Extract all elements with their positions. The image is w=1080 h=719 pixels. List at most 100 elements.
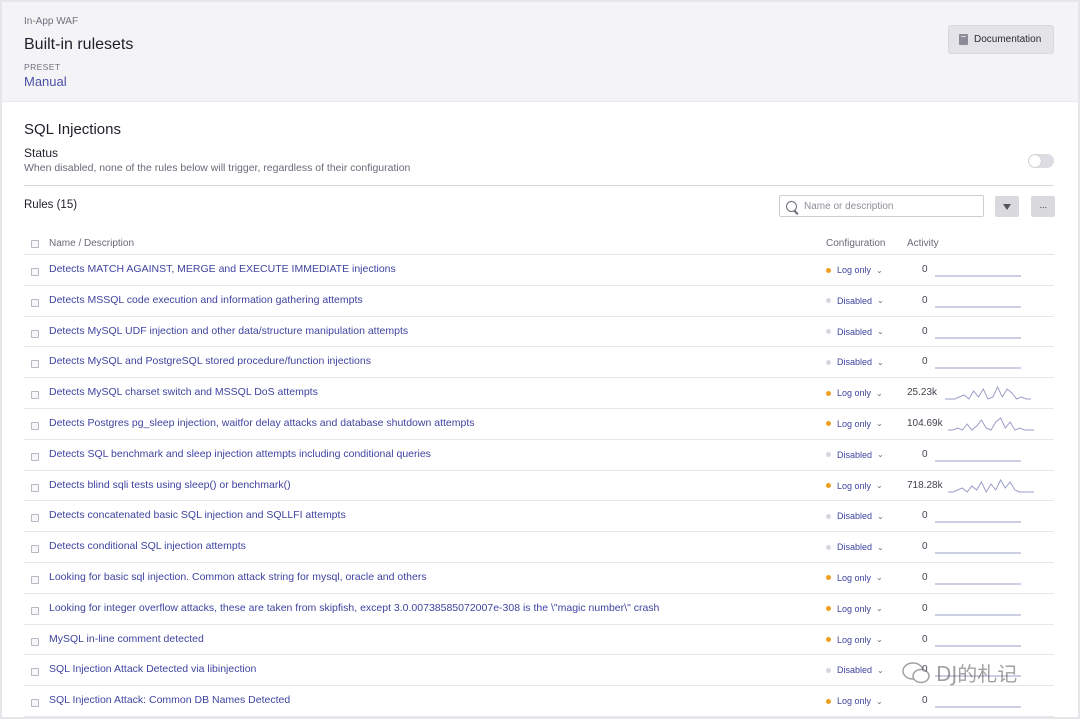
configuration-dropdown[interactable]: Disabled ⌄ (826, 450, 884, 460)
configuration-label: Log only (837, 480, 872, 491)
activity-sparkline (935, 337, 1021, 339)
status-dot (826, 513, 831, 519)
rule-name-link[interactable]: Detects conditional SQL injection attemp… (49, 540, 246, 552)
rule-name-link[interactable]: Detects MSSQL code execution and informa… (49, 294, 363, 306)
documentation-button[interactable]: Documentation (948, 25, 1054, 54)
table-row[interactable]: Detects MySQL charset switch and MSSQL D… (24, 378, 1054, 409)
configuration-dropdown[interactable]: Log only ⌄ (826, 419, 883, 429)
status-toggle[interactable] (1028, 154, 1054, 168)
status-dot (826, 667, 831, 673)
row-checkbox[interactable] (31, 452, 39, 461)
rule-name-link[interactable]: Detects SQL benchmark and sleep injectio… (49, 448, 431, 460)
configuration-dropdown[interactable]: Disabled ⌄ (826, 665, 884, 675)
table-row[interactable]: SQL Injection Attack: Common DB Names De… (24, 686, 1054, 717)
configuration-dropdown[interactable]: Log only ⌄ (826, 481, 883, 491)
configuration-dropdown[interactable]: Log only ⌄ (826, 388, 883, 398)
breadcrumb[interactable]: In-App WAF (24, 16, 78, 27)
table-row[interactable]: Detects Postgres pg_sleep injection, wai… (24, 409, 1054, 440)
activity-sparkline (935, 645, 1021, 647)
configuration-label: Disabled (837, 326, 873, 337)
configuration-dropdown[interactable]: Disabled ⌄ (826, 327, 884, 337)
section-title: SQL Injections (24, 121, 121, 138)
chevron-down-icon: ⌄ (877, 296, 884, 306)
status-dot (826, 329, 831, 335)
row-checkbox[interactable] (31, 421, 39, 430)
row-checkbox[interactable] (31, 329, 39, 338)
rule-name-link[interactable]: MySQL in-line comment detected (49, 633, 204, 645)
table-row[interactable]: Detects concatenated basic SQL injection… (24, 501, 1054, 533)
row-checkbox[interactable] (31, 606, 39, 615)
configuration-dropdown[interactable]: Disabled ⌄ (826, 542, 884, 552)
select-all-checkbox[interactable] (31, 240, 39, 248)
configuration-dropdown[interactable]: Disabled ⌄ (826, 511, 884, 521)
configuration-dropdown[interactable]: Log only ⌄ (826, 265, 883, 275)
configuration-label: Log only (837, 265, 872, 275)
row-checkbox[interactable] (31, 391, 39, 400)
table-row[interactable]: Looking for integer overflow attacks, th… (24, 594, 1054, 625)
chevron-down-icon: ⌄ (876, 573, 883, 583)
table-row[interactable]: Detects MSSQL code execution and informa… (24, 286, 1054, 317)
chevron-down-icon: ⌄ (877, 511, 884, 521)
search-box[interactable] (779, 195, 984, 217)
configuration-dropdown[interactable]: Disabled ⌄ (826, 357, 884, 367)
rule-name-link[interactable]: Detects MATCH AGAINST, MERGE and EXECUTE… (49, 263, 396, 275)
rule-name-link[interactable]: Looking for basic sql injection. Common … (49, 571, 427, 583)
row-checkbox[interactable] (31, 699, 39, 708)
row-checkbox[interactable] (31, 298, 39, 307)
configuration-label: Log only (837, 603, 872, 614)
configuration-label: Log only (837, 418, 872, 429)
status-dot (826, 359, 831, 365)
table-row[interactable]: Detects MySQL UDF injection and other da… (24, 317, 1054, 348)
configuration-dropdown[interactable]: Log only ⌄ (826, 604, 883, 614)
rule-name-link[interactable]: Detects MySQL UDF injection and other da… (49, 325, 408, 337)
table-row[interactable]: Detects SQL benchmark and sleep injectio… (24, 440, 1054, 471)
table-row[interactable]: Detects MATCH AGAINST, MERGE and EXECUTE… (24, 255, 1054, 286)
table-row[interactable]: Detects blind sqli tests using sleep() o… (24, 471, 1054, 502)
row-checkbox[interactable] (31, 637, 39, 646)
row-checkbox[interactable] (31, 268, 39, 276)
chevron-down-icon: ⌄ (876, 604, 883, 614)
configuration-label: Disabled (837, 295, 873, 306)
section-divider (24, 185, 1054, 186)
page-title: Built-in rulesets (24, 36, 134, 53)
configuration-dropdown[interactable]: Disabled ⌄ (826, 296, 884, 306)
table-row[interactable]: Detects conditional SQL injection attemp… (24, 532, 1054, 563)
rule-name-link[interactable]: Detects MySQL charset switch and MSSQL D… (49, 386, 318, 398)
table-row[interactable]: Looking for basic sql injection. Common … (24, 563, 1054, 594)
rule-name-link[interactable]: Detects MySQL and PostgreSQL stored proc… (49, 355, 371, 367)
row-checkbox[interactable] (31, 514, 39, 523)
configuration-dropdown[interactable]: Log only ⌄ (826, 696, 883, 706)
table-row[interactable]: SQL Injection Attack Detected via libinj… (24, 655, 1054, 687)
chevron-down-icon: ⌄ (876, 419, 883, 429)
row-checkbox[interactable] (31, 360, 39, 369)
filter-button[interactable] (995, 196, 1019, 217)
rule-name-link[interactable]: Detects Postgres pg_sleep injection, wai… (49, 417, 475, 429)
rule-name-link[interactable]: SQL Injection Attack: Common DB Names De… (49, 694, 290, 706)
status-dot (826, 544, 831, 550)
table-row[interactable]: Detects MySQL and PostgreSQL stored proc… (24, 347, 1054, 379)
configuration-label: Disabled (837, 357, 873, 368)
column-header-activity: Activity (907, 238, 939, 249)
status-dot (826, 298, 831, 304)
configuration-dropdown[interactable]: Log only ⌄ (826, 635, 883, 645)
table-row[interactable]: MySQL in-line comment detected Log only ⌄ 0 (24, 625, 1054, 656)
activity-sparkline (935, 706, 1021, 708)
rule-name-link[interactable]: Looking for integer overflow attacks, th… (49, 602, 659, 614)
row-checkbox[interactable] (31, 668, 39, 677)
rules-count-title: Rules (15) (24, 199, 78, 211)
rule-name-link[interactable]: Detects blind sqli tests using sleep() o… (49, 479, 291, 491)
rule-name-link[interactable]: SQL Injection Attack Detected via libinj… (49, 663, 256, 675)
configuration-label: Log only (837, 388, 872, 399)
status-dot (826, 452, 831, 458)
row-checkbox[interactable] (31, 545, 39, 554)
activity-sparkline (945, 386, 1031, 400)
activity-count: 718.28k (907, 479, 943, 491)
search-input[interactable] (804, 200, 974, 212)
rule-name-link[interactable]: Detects concatenated basic SQL injection… (49, 509, 346, 521)
preset-value[interactable]: Manual (24, 74, 67, 89)
row-checkbox[interactable] (31, 575, 39, 584)
more-options-button[interactable]: ··· (1031, 196, 1055, 217)
configuration-dropdown[interactable]: Log only ⌄ (826, 573, 883, 583)
row-checkbox[interactable] (31, 483, 39, 492)
book-icon (959, 34, 968, 45)
